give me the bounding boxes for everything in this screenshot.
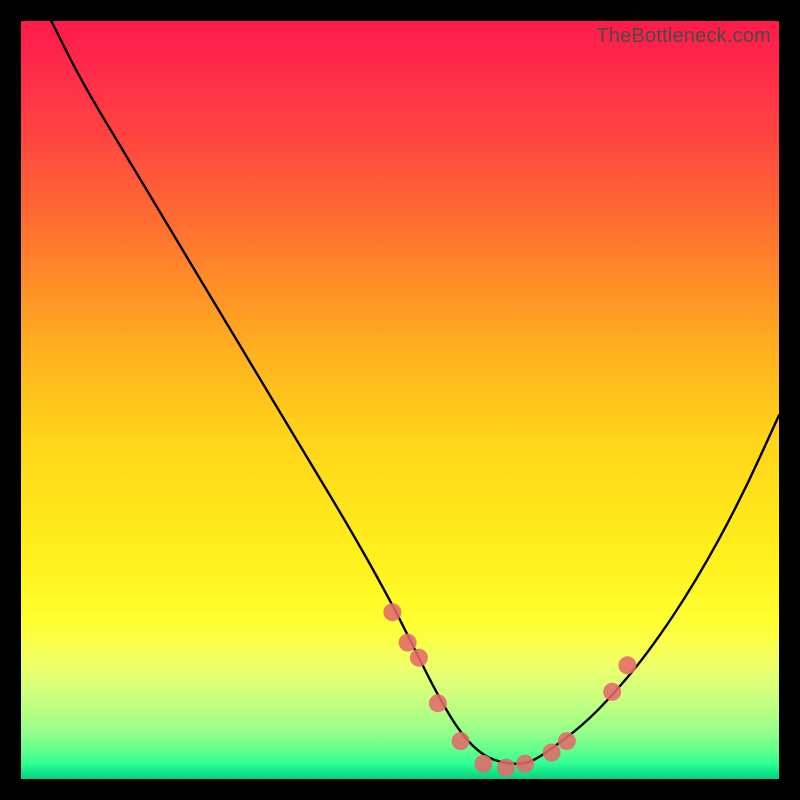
chart-svg (21, 21, 779, 779)
highlight-point (452, 732, 470, 750)
highlight-point (516, 755, 534, 773)
plot-area: TheBottleneck.com (21, 21, 779, 779)
highlight-points-layer (383, 603, 636, 776)
highlight-point (497, 759, 515, 777)
highlight-point (399, 634, 417, 652)
highlight-point (410, 649, 428, 667)
highlight-point (383, 603, 401, 621)
highlight-point (618, 656, 636, 674)
highlight-point (474, 755, 492, 773)
highlight-point (429, 694, 447, 712)
highlight-point (558, 732, 576, 750)
highlight-point (603, 683, 621, 701)
highlight-point (543, 744, 561, 762)
chart-container: TheBottleneck.com (0, 0, 800, 800)
